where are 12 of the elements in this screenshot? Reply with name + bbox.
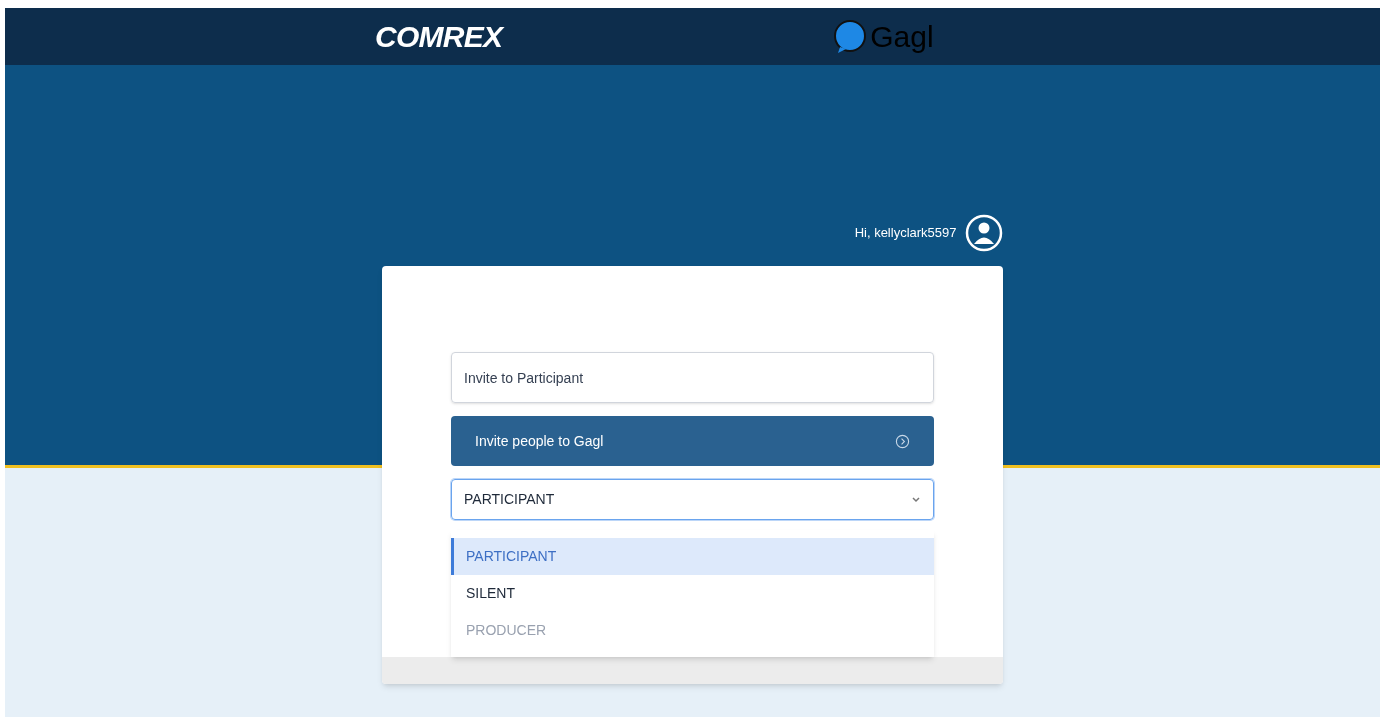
comrex-logo: COMREX [375, 19, 503, 55]
role-option[interactable]: SILENT [451, 575, 934, 612]
invite-field[interactable]: Invite to Participant [451, 352, 934, 403]
chevron-down-icon [911, 495, 921, 504]
user-greeting: Hi, kellyclark5597 [854, 224, 957, 243]
role-select-value: PARTICIPANT [464, 490, 555, 509]
role-select[interactable]: PARTICIPANT [451, 479, 934, 520]
role-option[interactable]: PARTICIPANT [451, 538, 934, 575]
gagl-logo: Gagl [870, 21, 934, 52]
user-avatar-icon[interactable] [964, 214, 1003, 252]
invite-button[interactable]: Invite people to Gagl [451, 416, 934, 466]
chat-bubble-icon [832, 18, 869, 55]
